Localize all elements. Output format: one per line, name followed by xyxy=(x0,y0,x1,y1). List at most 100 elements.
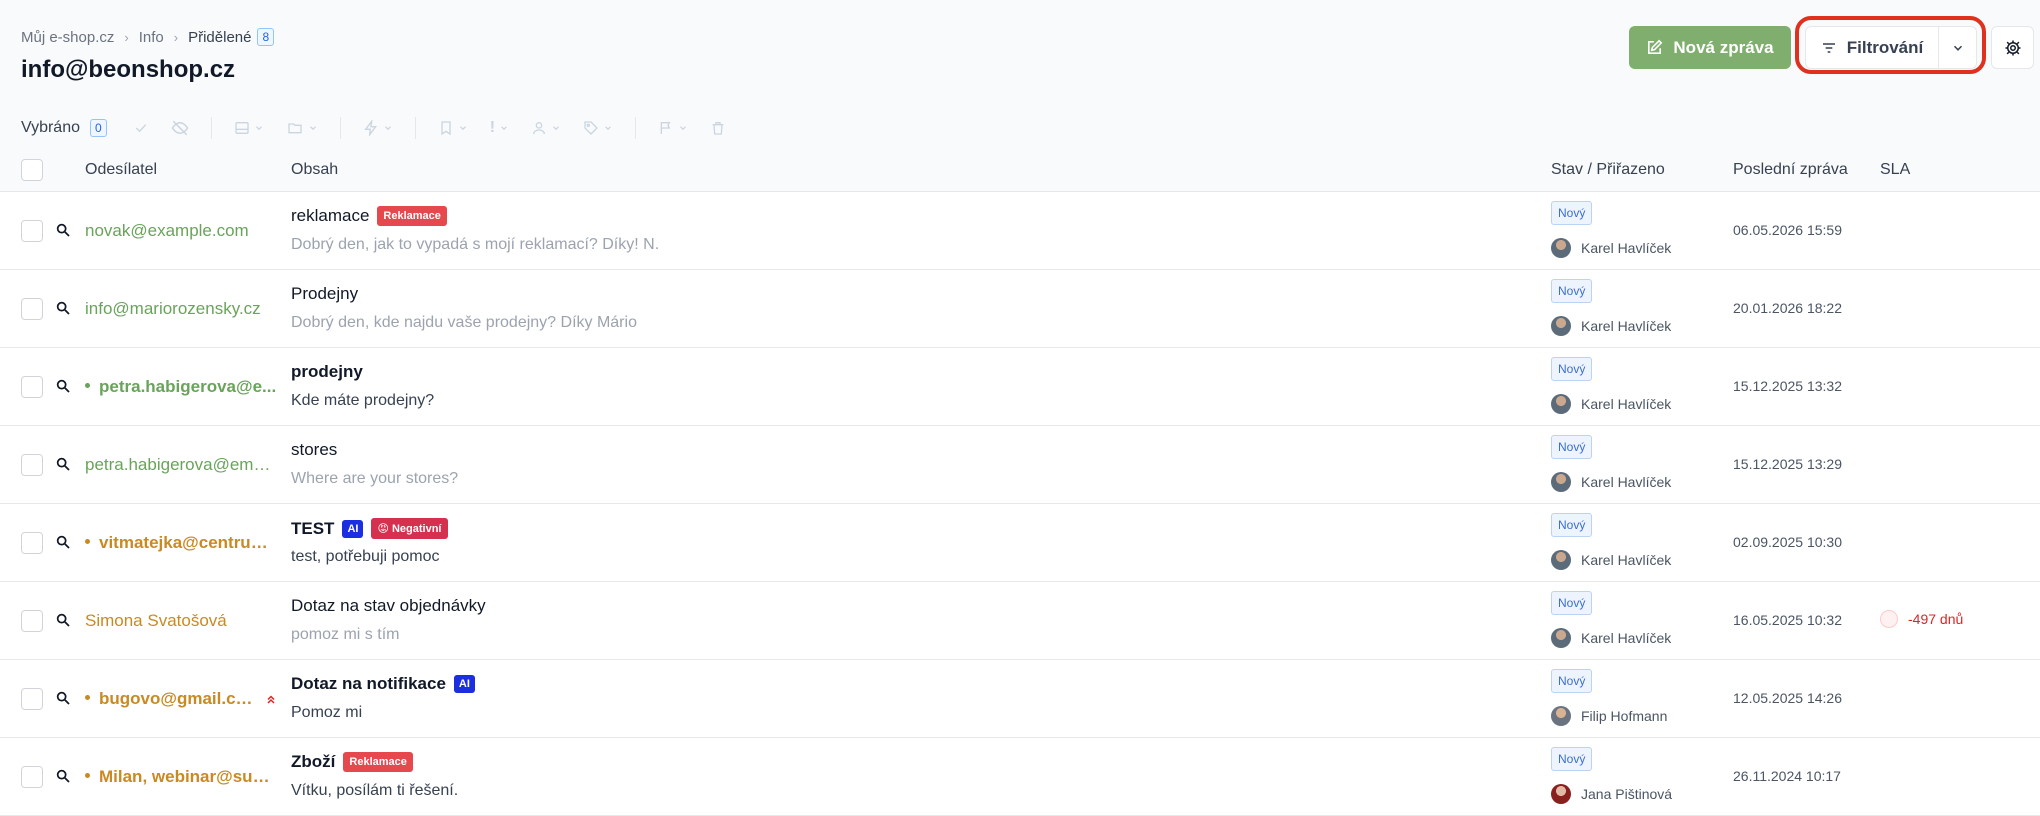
breadcrumb-assigned: Přidělené xyxy=(188,28,252,46)
subject-line[interactable]: Dotaz na notifikace AI xyxy=(291,674,475,694)
row-checkbox[interactable] xyxy=(21,610,43,632)
subject: prodejny xyxy=(291,362,363,381)
assignee: Jana Pištinová xyxy=(1551,784,1672,804)
status-badge: Nový xyxy=(1551,591,1593,615)
subject-line[interactable]: reklamace Reklamace xyxy=(291,206,447,226)
last-message-date: 06.05.2026 15:59 xyxy=(1733,222,1842,238)
assignee-name: Karel Havlíček xyxy=(1581,318,1672,334)
column-content[interactable]: Obsah xyxy=(291,161,338,179)
table-row[interactable]: Simona Svatošová Dotaz na stav objednávk… xyxy=(0,582,2040,660)
row-checkbox[interactable] xyxy=(21,220,43,242)
folder-icon[interactable] xyxy=(286,120,318,136)
chevron-right-icon: › xyxy=(173,29,179,45)
column-status[interactable]: Stav / Přiřazeno xyxy=(1551,161,1665,179)
table-row[interactable]: petra.habigerova@e... prodejny Kde máte … xyxy=(0,348,2040,426)
row-checkbox[interactable] xyxy=(21,454,43,476)
bookmark-icon[interactable] xyxy=(438,120,468,136)
tag-icon[interactable] xyxy=(583,120,613,136)
eye-off-icon[interactable] xyxy=(171,119,189,137)
bolt-icon[interactable] xyxy=(363,120,393,136)
avatar xyxy=(1551,550,1571,570)
assignee-name: Filip Hofmann xyxy=(1581,708,1668,724)
row-checkbox[interactable] xyxy=(21,766,43,788)
sla-circle-icon xyxy=(1880,610,1898,628)
trash-icon[interactable] xyxy=(710,120,726,136)
avatar xyxy=(1551,472,1571,492)
select-all-checkbox[interactable] xyxy=(21,159,43,181)
filter-button[interactable]: Filtrování xyxy=(1805,26,1939,69)
search-icon[interactable] xyxy=(55,612,71,628)
sender-unread[interactable]: petra.habigerova@e... xyxy=(85,377,276,397)
subject-line[interactable]: Prodejny xyxy=(291,284,358,304)
assigned-count-badge: 8 xyxy=(257,28,275,46)
row-checkbox[interactable] xyxy=(21,532,43,554)
search-icon[interactable] xyxy=(55,378,71,394)
preview: pomoz mi s tím xyxy=(291,626,400,643)
sender: Milan, webinar@sup... xyxy=(99,767,277,786)
subject-line[interactable]: prodejny xyxy=(291,362,363,382)
breadcrumb-eshop[interactable]: Můj e-shop.cz xyxy=(21,29,114,46)
check-icon[interactable] xyxy=(133,120,149,136)
subject-line[interactable]: stores xyxy=(291,440,337,460)
search-icon[interactable] xyxy=(55,690,71,706)
status-badge: Nový xyxy=(1551,357,1593,381)
sender[interactable]: Simona Svatošová xyxy=(85,611,227,631)
row-checkbox[interactable] xyxy=(21,376,43,398)
search-icon[interactable] xyxy=(55,768,71,784)
sender[interactable]: novak@example.com xyxy=(85,221,249,241)
search-icon[interactable] xyxy=(55,222,71,238)
assignee-name: Karel Havlíček xyxy=(1581,396,1672,412)
sender: vitmatejka@centrum... xyxy=(99,533,277,552)
subject-line[interactable]: Zboží Reklamace xyxy=(291,752,413,772)
avatar xyxy=(1551,628,1571,648)
selected-label: Vybráno xyxy=(21,119,80,136)
last-message-date: 12.05.2025 14:26 xyxy=(1733,690,1842,706)
sender[interactable]: info@mariorozensky.cz xyxy=(85,299,261,319)
column-last-message[interactable]: Poslední zpráva xyxy=(1733,161,1848,179)
priority-icon[interactable]: ! xyxy=(490,119,509,137)
table-row[interactable]: vitmatejka@centrum... TEST AI 😡 Negativní … xyxy=(0,504,2040,582)
filter-label: Filtrování xyxy=(1846,37,1924,57)
row-checkbox[interactable] xyxy=(21,688,43,710)
table-row[interactable]: petra.habigerova@emai... stores Where ar… xyxy=(0,426,2040,504)
subject-line[interactable]: Dotaz na stav objednávky xyxy=(291,596,486,616)
breadcrumb-info[interactable]: Info xyxy=(139,29,164,46)
status-badge: Nový xyxy=(1551,513,1593,537)
table-row[interactable]: novak@example.com reklamace Reklamace Dob… xyxy=(0,192,2040,270)
assignee: Karel Havlíček xyxy=(1551,238,1671,258)
table-row[interactable]: Milan, webinar@sup... Zboží Reklamace Vít… xyxy=(0,738,2040,816)
preview: Vítku, posílám ti řešení. xyxy=(291,782,459,799)
assignee-name: Jana Pištinová xyxy=(1581,786,1673,802)
last-message-date: 26.11.2024 10:17 xyxy=(1733,768,1841,784)
table-row[interactable]: info@mariorozensky.cz Prodejny Dobrý den… xyxy=(0,270,2040,348)
subject: Prodejny xyxy=(291,284,359,303)
last-message-date: 15.12.2025 13:32 xyxy=(1733,378,1842,394)
unread-dot xyxy=(85,773,90,779)
sender-unread[interactable]: Milan, webinar@sup... xyxy=(85,767,277,787)
row-checkbox[interactable] xyxy=(21,298,43,320)
last-message-date: 15.12.2025 13:29 xyxy=(1733,456,1842,472)
user-icon[interactable] xyxy=(531,120,561,136)
subject: TEST xyxy=(291,518,335,538)
assignee: Karel Havlíček xyxy=(1551,472,1671,492)
subject-line[interactable]: TEST AI 😡 Negativní xyxy=(291,518,448,539)
sender-unread[interactable]: vitmatejka@centrum... xyxy=(85,533,277,553)
sla-value: -497 dnů xyxy=(1908,611,1964,627)
sender-unread[interactable]: bugovo@gmail.cm... xyxy=(85,689,253,709)
sender[interactable]: petra.habigerova@emai... xyxy=(85,455,277,475)
search-icon[interactable] xyxy=(55,456,71,472)
search-icon[interactable] xyxy=(55,300,71,316)
new-message-button[interactable]: Nová zpráva xyxy=(1629,26,1791,69)
search-icon[interactable] xyxy=(55,534,71,550)
table-row[interactable]: bugovo@gmail.cm... Dotaz na notifikace AI… xyxy=(0,660,2040,738)
archive-icon[interactable] xyxy=(234,120,264,136)
last-message-date: 20.01.2026 18:22 xyxy=(1733,300,1842,316)
filter-icon xyxy=(1822,42,1835,53)
settings-button[interactable] xyxy=(1991,26,2034,69)
flag-icon[interactable] xyxy=(658,120,688,136)
column-sender[interactable]: Odesílatel xyxy=(85,161,157,179)
status-badge: Nový xyxy=(1551,201,1593,225)
page-header: Můj e-shop.cz › Info › Přidělené 8 info@… xyxy=(0,0,2040,192)
filter-dropdown-button[interactable] xyxy=(1939,26,1977,69)
column-sla[interactable]: SLA xyxy=(1880,161,1910,179)
